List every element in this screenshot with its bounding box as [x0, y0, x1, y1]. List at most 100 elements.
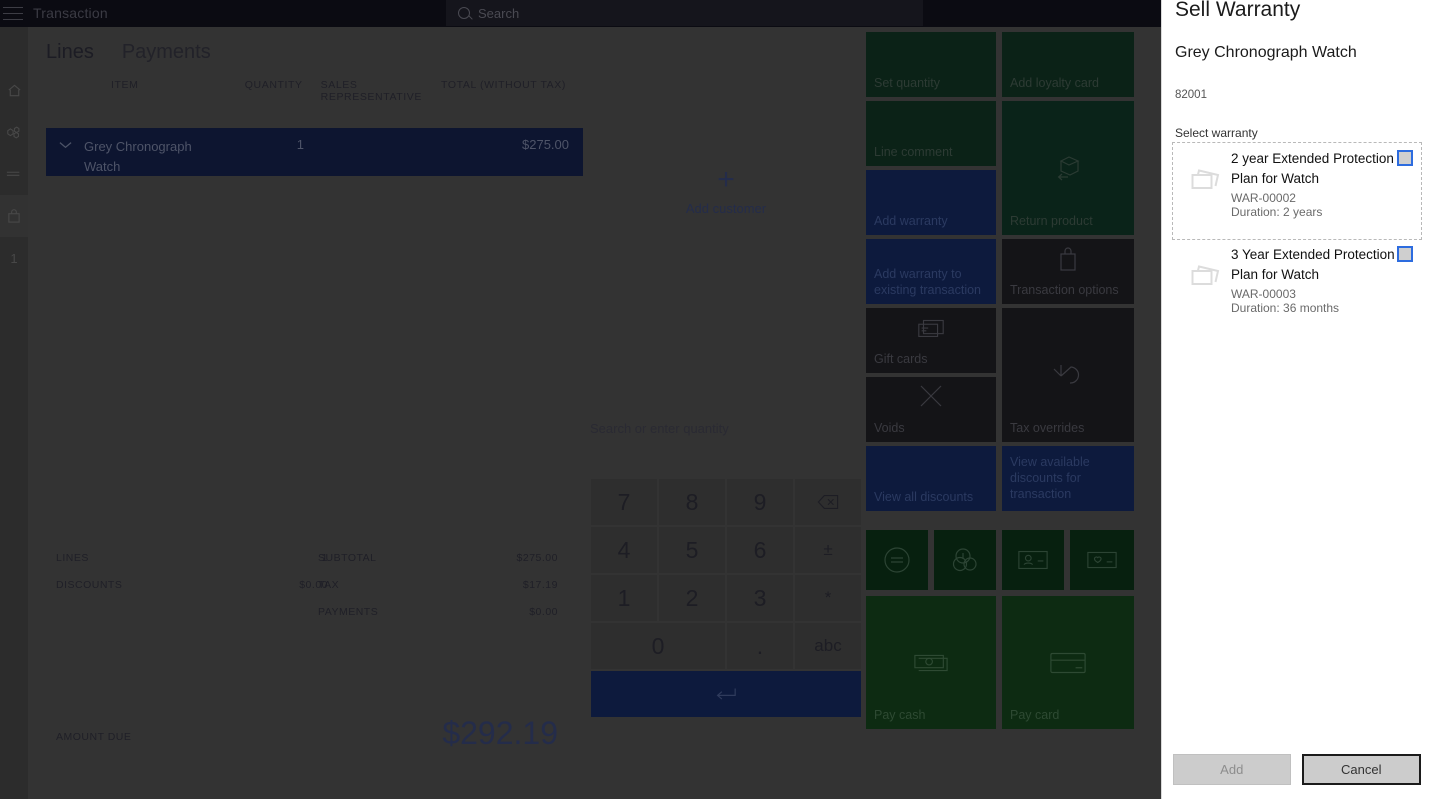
- tile-tax-overrides[interactable]: Tax overrides: [1002, 308, 1134, 442]
- search-placeholder: Search: [478, 5, 520, 21]
- tile-label: Line comment: [874, 145, 953, 159]
- key-9[interactable]: 9: [727, 479, 793, 525]
- tile-line-comment[interactable]: Line comment: [866, 101, 996, 166]
- warranty-name: 3 Year Extended Protection Plan for Watc…: [1231, 247, 1395, 282]
- chevron-down-icon[interactable]: [46, 137, 84, 149]
- loyalty-card-icon: [1070, 530, 1134, 590]
- dialog-product-name: Grey Chronograph Watch: [1175, 44, 1357, 61]
- tile-label: View available discounts for transaction: [1010, 455, 1090, 501]
- tile-gift-cards[interactable]: Gift cards: [866, 308, 996, 373]
- sidebar-item-home[interactable]: [0, 69, 28, 111]
- warranty-checkbox[interactable]: [1397, 246, 1413, 262]
- key-8[interactable]: 8: [659, 479, 725, 525]
- tile-equals-circle[interactable]: [866, 530, 928, 590]
- tab-lines[interactable]: Lines: [46, 41, 94, 64]
- key-0[interactable]: 0: [591, 623, 725, 669]
- id-card-icon: [1002, 530, 1064, 590]
- payments-value: $0.00: [529, 606, 558, 618]
- tile-label: View all discounts: [874, 490, 974, 504]
- key-4[interactable]: 4: [591, 527, 657, 573]
- tile-view-all-discounts[interactable]: View all discounts: [866, 446, 996, 511]
- tile-add-loyalty-card[interactable]: Add loyalty card: [1002, 32, 1134, 97]
- tile-voids[interactable]: Voids: [866, 377, 996, 442]
- sidebar-item-products[interactable]: [0, 111, 28, 153]
- key-decimal[interactable]: .: [727, 623, 793, 669]
- warranty-list: 2 year Extended Protection Plan for Watc…: [1172, 142, 1422, 335]
- amount-due-label: AMOUNT DUE: [56, 731, 132, 743]
- tile-label: Return product: [1010, 214, 1093, 228]
- cart-count-badge: 1: [10, 250, 18, 266]
- tile-label: Pay card: [1010, 708, 1060, 722]
- add-customer-button[interactable]: + Add customer: [586, 165, 866, 217]
- amount-due-value: $292.19: [442, 715, 558, 751]
- cubes-icon: [7, 126, 20, 138]
- image-placeholder-icon: [1173, 245, 1231, 327]
- transaction-grid-header: ITEM QUANTITY SALES REPRESENTATIVE TOTAL…: [46, 79, 566, 103]
- tile-pay-cash[interactable]: Pay cash: [866, 596, 996, 729]
- middle-pane: + Add customer Search or enter quantity …: [586, 27, 866, 799]
- row-item-name: Grey Chronograph Watch: [84, 139, 192, 174]
- key-abc[interactable]: abc: [795, 623, 861, 669]
- select-warranty-label: Select warranty: [1175, 126, 1258, 140]
- left-rail: 1: [0, 27, 28, 799]
- lines-label: LINES: [56, 552, 89, 564]
- key-7[interactable]: 7: [591, 479, 657, 525]
- add-customer-label: Add customer: [685, 201, 767, 216]
- add-button[interactable]: Add: [1173, 754, 1291, 785]
- tile-loyalty-card[interactable]: [1070, 530, 1134, 590]
- subtotal-label: SUBTOTAL: [318, 552, 377, 564]
- key-5[interactable]: 5: [659, 527, 725, 573]
- image-placeholder-icon: [1173, 149, 1231, 231]
- transaction-pane: Lines Payments ITEM QUANTITY SALES REPRE…: [28, 27, 586, 799]
- table-row[interactable]: Grey Chronograph Watch 1 $275.00: [46, 128, 583, 176]
- key-3[interactable]: 3: [727, 575, 793, 621]
- row-quantity: 1: [296, 137, 304, 152]
- warranty-checkbox[interactable]: [1397, 150, 1413, 166]
- tile-pay-card[interactable]: Pay card: [1002, 596, 1134, 729]
- tile-add-warranty-existing[interactable]: Add warranty to existing transaction: [866, 239, 996, 304]
- key-2[interactable]: 2: [659, 575, 725, 621]
- tax-label: TAX: [318, 579, 340, 591]
- tile-return-product[interactable]: Return product: [1002, 101, 1134, 235]
- subtotal-value: $275.00: [516, 552, 558, 564]
- warranty-code: WAR-00002: [1231, 191, 1296, 205]
- tile-transaction-options[interactable]: Transaction options: [1002, 239, 1134, 304]
- list-item[interactable]: 3 Year Extended Protection Plan for Watc…: [1173, 239, 1421, 335]
- tile-label: Gift cards: [874, 352, 928, 366]
- key-6[interactable]: 6: [727, 527, 793, 573]
- tile-label: Set quantity: [874, 76, 941, 90]
- sidebar-item-cart[interactable]: [0, 195, 28, 237]
- home-icon: [8, 84, 20, 96]
- sell-warranty-dialog: Sell Warranty Grey Chronograph Watch 820…: [1161, 0, 1431, 799]
- tile-label: Pay cash: [874, 708, 926, 722]
- quantity-input-placeholder[interactable]: Search or enter quantity: [590, 421, 729, 436]
- tile-label: Voids: [874, 421, 905, 435]
- row-total: $275.00: [522, 137, 569, 152]
- tile-coins[interactable]: [934, 530, 996, 590]
- tab-payments[interactable]: Payments: [122, 41, 211, 64]
- bag-icon: [8, 208, 20, 223]
- dialog-title: Sell Warranty: [1175, 0, 1301, 21]
- search-input[interactable]: Search: [446, 0, 923, 26]
- cancel-button[interactable]: Cancel: [1301, 754, 1421, 785]
- tile-set-quantity[interactable]: Set quantity: [866, 32, 996, 97]
- warranty-name: 2 year Extended Protection Plan for Watc…: [1231, 151, 1394, 186]
- warranty-code: WAR-00003: [1231, 287, 1296, 301]
- key-1[interactable]: 1: [591, 575, 657, 621]
- enter-arrow-icon[interactable]: [591, 671, 861, 717]
- sidebar-item-journal[interactable]: [0, 153, 28, 195]
- list-item[interactable]: 2 year Extended Protection Plan for Watc…: [1172, 142, 1422, 240]
- warranty-duration: Duration: 2 years: [1231, 205, 1323, 219]
- lines-icon: [6, 171, 20, 176]
- page-title: Transaction: [33, 5, 108, 21]
- tile-add-warranty[interactable]: Add warranty: [866, 170, 996, 235]
- hamburger-icon[interactable]: [3, 7, 23, 20]
- backspace-icon[interactable]: [795, 479, 861, 525]
- key-asterisk[interactable]: *: [795, 575, 861, 621]
- discounts-label: DISCOUNTS: [56, 579, 123, 591]
- col-quantity: QUANTITY: [244, 79, 303, 91]
- tile-view-available-discounts[interactable]: View available discounts for transaction: [1002, 446, 1134, 511]
- key-plusminus[interactable]: ±: [795, 527, 861, 573]
- numeric-keypad: 7 8 9 4 5 6 ± 1 2 3 * 0 . abc: [591, 479, 861, 717]
- tile-id-card[interactable]: [1002, 530, 1064, 590]
